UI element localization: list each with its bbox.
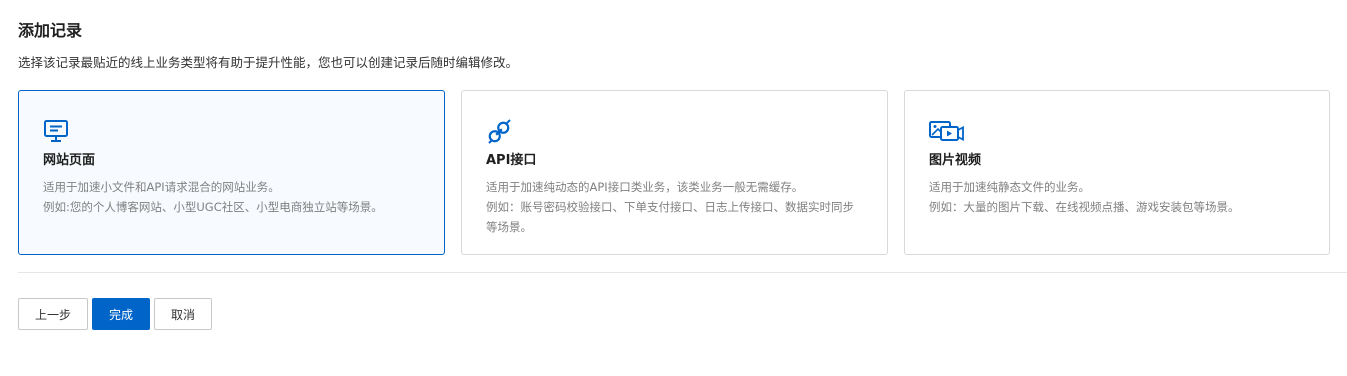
card-desc-line: 例如：大量的图片下载、在线视频点播、游戏安装包等场景。 xyxy=(929,200,1240,214)
previous-step-button[interactable]: 上一步 xyxy=(18,298,88,330)
card-title: 网站页面 xyxy=(43,153,96,168)
card-desc-line: 例如：账号密码校验接口、下单支付接口、日志上传接口、数据实时同步等场景。 xyxy=(486,200,854,234)
divider xyxy=(18,272,1347,273)
card-api-interface[interactable]: API接口 适用于加速纯动态的API接口类业务，该类业务一般无需缓存。 例如：账… xyxy=(461,90,888,255)
card-title: API接口 xyxy=(486,153,537,168)
finish-button[interactable]: 完成 xyxy=(92,298,150,330)
business-type-cards: 网站页面 适用于加速小文件和API请求混合的网站业务。 例如:您的个人博客网站、… xyxy=(18,90,1330,257)
card-website-page[interactable]: 网站页面 适用于加速小文件和API请求混合的网站业务。 例如:您的个人博客网站、… xyxy=(18,90,445,255)
card-desc-line: 适用于加速纯静态文件的业务。 xyxy=(929,180,1090,194)
page-title: 添加记录 xyxy=(18,21,83,40)
card-desc-line: 适用于加速纯动态的API接口类业务，该类业务一般无需缓存。 xyxy=(486,180,804,194)
card-desc-line: 适用于加速小文件和API请求混合的网站业务。 xyxy=(43,180,280,194)
card-image-video[interactable]: 图片视频 适用于加速纯静态文件的业务。 例如：大量的图片下载、在线视频点播、游戏… xyxy=(904,90,1330,255)
card-desc-line: 例如:您的个人博客网站、小型UGC社区、小型电商独立站等场景。 xyxy=(43,200,383,214)
monitor-icon xyxy=(43,118,71,144)
card-title: 图片视频 xyxy=(929,153,982,168)
page-subtitle: 选择该记录最贴近的线上业务类型将有助于提升性能，您也可以创建记录后随时编辑修改。 xyxy=(18,55,519,70)
add-record-page: 添加记录 选择该记录最贴近的线上业务类型将有助于提升性能，您也可以创建记录后随时… xyxy=(0,0,1347,376)
card-description: 适用于加速纯静态文件的业务。 例如：大量的图片下载、在线视频点播、游戏安装包等场… xyxy=(929,177,1307,217)
api-link-icon xyxy=(486,118,514,144)
cancel-button[interactable]: 取消 xyxy=(154,298,212,330)
card-description: 适用于加速小文件和API请求混合的网站业务。 例如:您的个人博客网站、小型UGC… xyxy=(43,177,422,217)
card-description: 适用于加速纯动态的API接口类业务，该类业务一般无需缓存。 例如：账号密码校验接… xyxy=(486,177,865,237)
image-video-icon xyxy=(929,118,965,144)
